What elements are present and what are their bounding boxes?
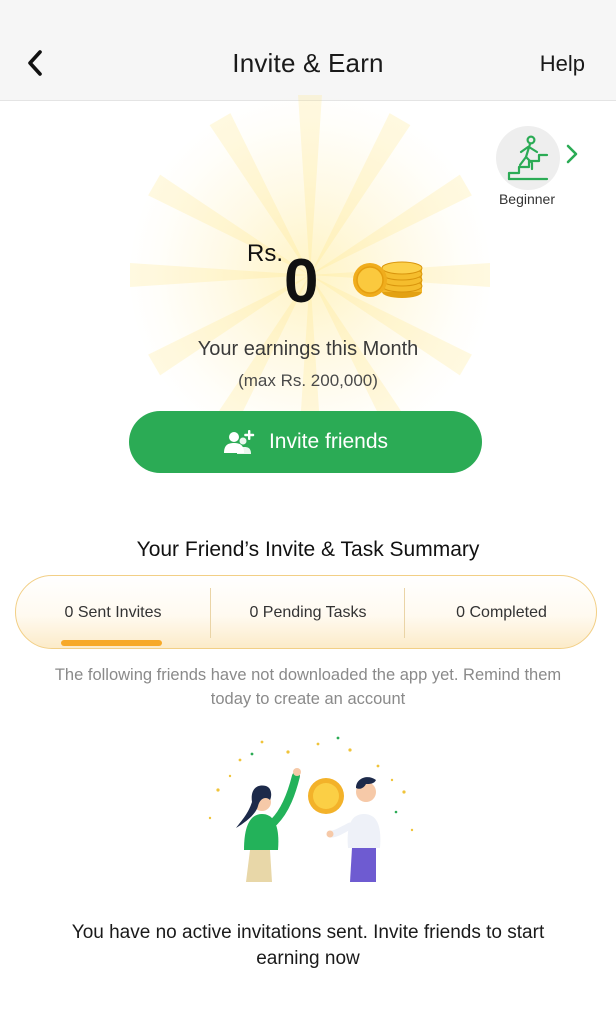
invite-friends-label: Invite friends [268,430,389,453]
chevron-right-icon[interactable] [565,143,579,165]
invite-friends-button[interactable]: Invite friends [129,411,482,473]
tab-completed[interactable]: 0 Completed [405,576,596,648]
currency-label: Rs. [247,240,283,267]
empty-state-message: You have no active invitations sent. Inv… [71,922,545,969]
summary-tabs: 0 Sent Invites 0 Pending Tasks 0 Complet… [15,575,597,649]
page-title: Invite & Earn [232,48,384,78]
top-app-bar: Invite & Earn Help [0,0,616,101]
level-badge[interactable] [496,126,560,190]
friends-high-five-illustration [208,736,414,882]
tab-sent-invites[interactable]: 0 Sent Invites [16,576,210,648]
summary-title: Your Friend’s Invite & Task Summary [136,538,480,561]
climbing-stairs-icon [507,135,549,181]
level-label: Beginner [498,191,556,207]
add-user-icon [223,430,255,454]
tab-pending-tasks[interactable]: 0 Pending Tasks [211,576,405,648]
earnings-max: (max Rs. 200,000) [238,371,378,390]
active-tab-indicator [61,640,162,646]
help-link[interactable]: Help [540,51,585,77]
reminder-note: The following friends have not downloade… [54,666,562,708]
earnings-amount: 0 [284,247,319,316]
coin-stack-icon [353,261,423,298]
earnings-label: Your earnings this Month [197,338,419,360]
